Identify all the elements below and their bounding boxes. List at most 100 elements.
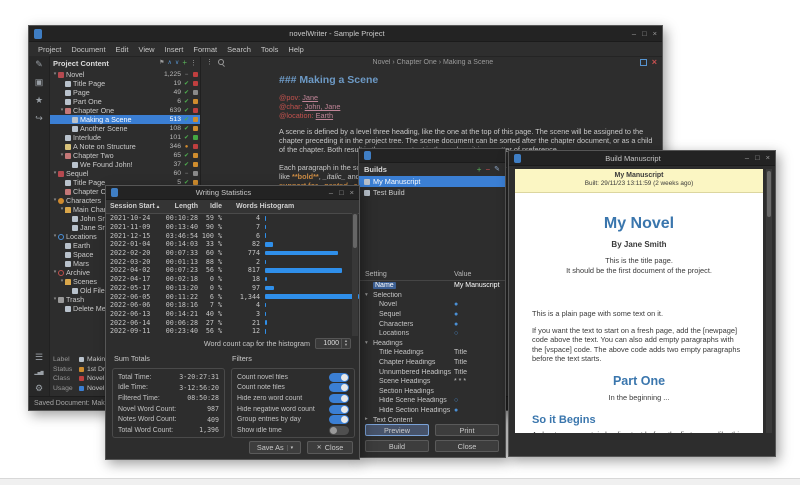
move-down-icon[interactable]: ∨ <box>175 60 179 66</box>
filter-toggle[interactable] <box>329 394 349 403</box>
main-close-icon[interactable]: × <box>653 30 657 38</box>
export-icon[interactable]: ↪ <box>35 114 43 123</box>
remove-build-icon[interactable]: − <box>485 166 490 174</box>
tree-item[interactable]: We Found John!37✔ <box>50 160 200 169</box>
switch-on-icon[interactable]: ● <box>454 321 458 328</box>
tag-value[interactable]: John, Jane <box>305 102 341 111</box>
build-list-item[interactable]: Test Build <box>359 187 505 198</box>
setting-expander-icon[interactable]: ▾ <box>365 341 373 347</box>
close-document-icon[interactable]: × <box>652 59 657 66</box>
filter-toggle[interactable] <box>329 373 349 382</box>
filter-toggle[interactable] <box>329 383 349 392</box>
build-setting-row[interactable]: Scene Headings* * * <box>359 377 505 387</box>
build-setting-row[interactable]: Unnumbered HeadingsTitle <box>359 367 505 377</box>
stats-maximize-icon[interactable]: □ <box>339 189 344 197</box>
compose-icon[interactable]: ✎ <box>35 60 43 69</box>
build-setting-row[interactable]: Chapter HeadingsTitle <box>359 358 505 368</box>
column-idle[interactable]: Idle <box>198 203 222 210</box>
add-build-icon[interactable]: + <box>477 166 482 174</box>
manuscript-maximize-icon[interactable]: □ <box>755 154 760 162</box>
add-item-icon[interactable]: + <box>182 59 187 67</box>
search-icon[interactable] <box>218 59 226 67</box>
print-button[interactable]: Print <box>435 424 499 436</box>
move-up-icon[interactable]: ∧ <box>168 60 172 66</box>
close-button[interactable]: ✕ Close <box>307 441 353 454</box>
setting-expander-icon[interactable]: ▸ <box>365 417 373 423</box>
tree-item[interactable]: ▾Novel1,225− <box>50 70 200 79</box>
filter-toggle[interactable] <box>329 426 349 435</box>
build-setting-row[interactable]: Locations○ <box>359 329 505 339</box>
spinner-arrows-icon[interactable]: ▲▼ <box>341 339 350 348</box>
switch-off-icon[interactable]: ○ <box>454 397 458 404</box>
stats-row[interactable]: 2022-09-1100:23:4056 %12 <box>106 327 359 336</box>
column-session-start[interactable]: Session Start ▴ <box>106 203 162 210</box>
stats-titlebar[interactable]: Writing Statistics –□× <box>106 186 359 200</box>
tree-item[interactable]: Making a Scene513✔ <box>50 115 200 124</box>
save-as-button[interactable]: Save As ▾ <box>249 441 301 454</box>
stats-scrollbar[interactable] <box>352 213 358 336</box>
stats-row[interactable]: 2022-06-1300:14:2140 %3 <box>106 310 359 319</box>
settings-gear-icon[interactable]: ⚙ <box>35 384 43 393</box>
switch-off-icon[interactable]: ○ <box>454 330 458 337</box>
build-setting-row[interactable]: Section Headings <box>359 387 505 397</box>
switch-on-icon[interactable]: ● <box>454 311 458 318</box>
close-button[interactable]: Close <box>435 440 499 452</box>
stats-row[interactable]: 2022-06-0500:11:226 %1,344 <box>106 292 359 301</box>
edit-build-icon[interactable]: ✎ <box>494 166 500 173</box>
stats-table-header[interactable]: Session Start ▴ Length Idle Words Histog… <box>106 200 359 214</box>
menu-document[interactable]: Document <box>66 45 110 54</box>
tree-item[interactable]: Another Scene108✔ <box>50 124 200 133</box>
stats-row[interactable]: 2022-06-1400:06:2827 %21 <box>106 318 359 327</box>
menu-view[interactable]: View <box>133 45 159 54</box>
stats-row[interactable]: 2021-11-0900:13:4090 %7 <box>106 223 359 232</box>
details-list-icon[interactable]: ☰ <box>35 353 43 362</box>
main-maximize-icon[interactable]: □ <box>642 30 647 38</box>
stats-minimize-icon[interactable]: – <box>329 189 333 197</box>
manuscript-scrollbar-thumb[interactable] <box>767 171 771 217</box>
column-words-histogram[interactable]: Words Histogram <box>222 203 359 210</box>
build-setting-row[interactable]: Hide Scene Headings○ <box>359 396 505 406</box>
tree-item[interactable]: Interlude101✔ <box>50 133 200 142</box>
tag-value[interactable]: Earth <box>316 111 333 120</box>
tree-item[interactable]: ▾Chapter Two65✔ <box>50 151 200 160</box>
stats-chart-icon[interactable]: ▂▅▇ <box>34 371 43 375</box>
build-setting-row[interactable]: Sequel● <box>359 310 505 320</box>
build-setting-row[interactable]: Novel● <box>359 300 505 310</box>
focus-mode-icon[interactable] <box>640 59 647 66</box>
build-list-item[interactable]: My Manuscript <box>359 176 505 187</box>
main-titlebar[interactable]: novelWriter - Sample Project –□× <box>29 26 662 42</box>
build-button[interactable]: Build <box>365 440 429 452</box>
stats-row[interactable]: 2022-05-1700:13:200 %97 <box>106 284 359 293</box>
build-setting-row[interactable]: ▾Selection <box>359 291 505 301</box>
build-setting-row[interactable]: ▾Headings <box>359 339 505 349</box>
stats-row[interactable]: 2022-04-1700:02:180 %18 <box>106 275 359 284</box>
stats-row[interactable]: 2022-04-0200:07:2356 %817 <box>106 266 359 275</box>
column-length[interactable]: Length <box>162 203 198 210</box>
build-setting-row[interactable]: Characters● <box>359 319 505 329</box>
stats-row[interactable]: 2022-06-0600:18:167 %4 <box>106 301 359 310</box>
switch-on-icon[interactable]: ● <box>454 301 458 308</box>
menu-help[interactable]: Help <box>283 45 308 54</box>
stats-scrollbar-thumb[interactable] <box>353 214 357 248</box>
tree-menu-icon[interactable]: ⋮ <box>190 60 197 67</box>
stats-row[interactable]: 2022-01-0400:14:0333 %82 <box>106 240 359 249</box>
menu-project[interactable]: Project <box>33 45 66 54</box>
stats-row[interactable]: 2021-12-1503:46:54100 %6 <box>106 231 359 240</box>
builds-titlebar[interactable] <box>359 149 505 163</box>
switch-on-icon[interactable]: ● <box>454 407 458 414</box>
tree-item[interactable]: Part One6✔ <box>50 97 200 106</box>
stats-close-icon[interactable]: × <box>350 189 354 197</box>
build-setting-row[interactable]: NameMy Manuscript <box>359 281 505 291</box>
build-setting-row[interactable]: Title HeadingsTitle <box>359 348 505 358</box>
save-as-dropdown-icon[interactable]: ▾ <box>287 445 294 451</box>
setting-expander-icon[interactable]: ▾ <box>365 293 373 299</box>
stats-row[interactable]: 2022-02-2000:07:3360 %774 <box>106 249 359 258</box>
menu-edit[interactable]: Edit <box>111 45 134 54</box>
star-icon[interactable]: ★ <box>35 96 43 105</box>
tag-value[interactable]: Jane <box>302 93 318 102</box>
manuscript-titlebar[interactable]: Build Manuscript –□× <box>509 151 775 166</box>
tree-item[interactable]: ▾Sequel60− <box>50 169 200 178</box>
menu-format[interactable]: Format <box>188 45 222 54</box>
manuscript-scrollbar[interactable] <box>766 169 772 433</box>
manuscript-close-icon[interactable]: × <box>766 154 770 162</box>
